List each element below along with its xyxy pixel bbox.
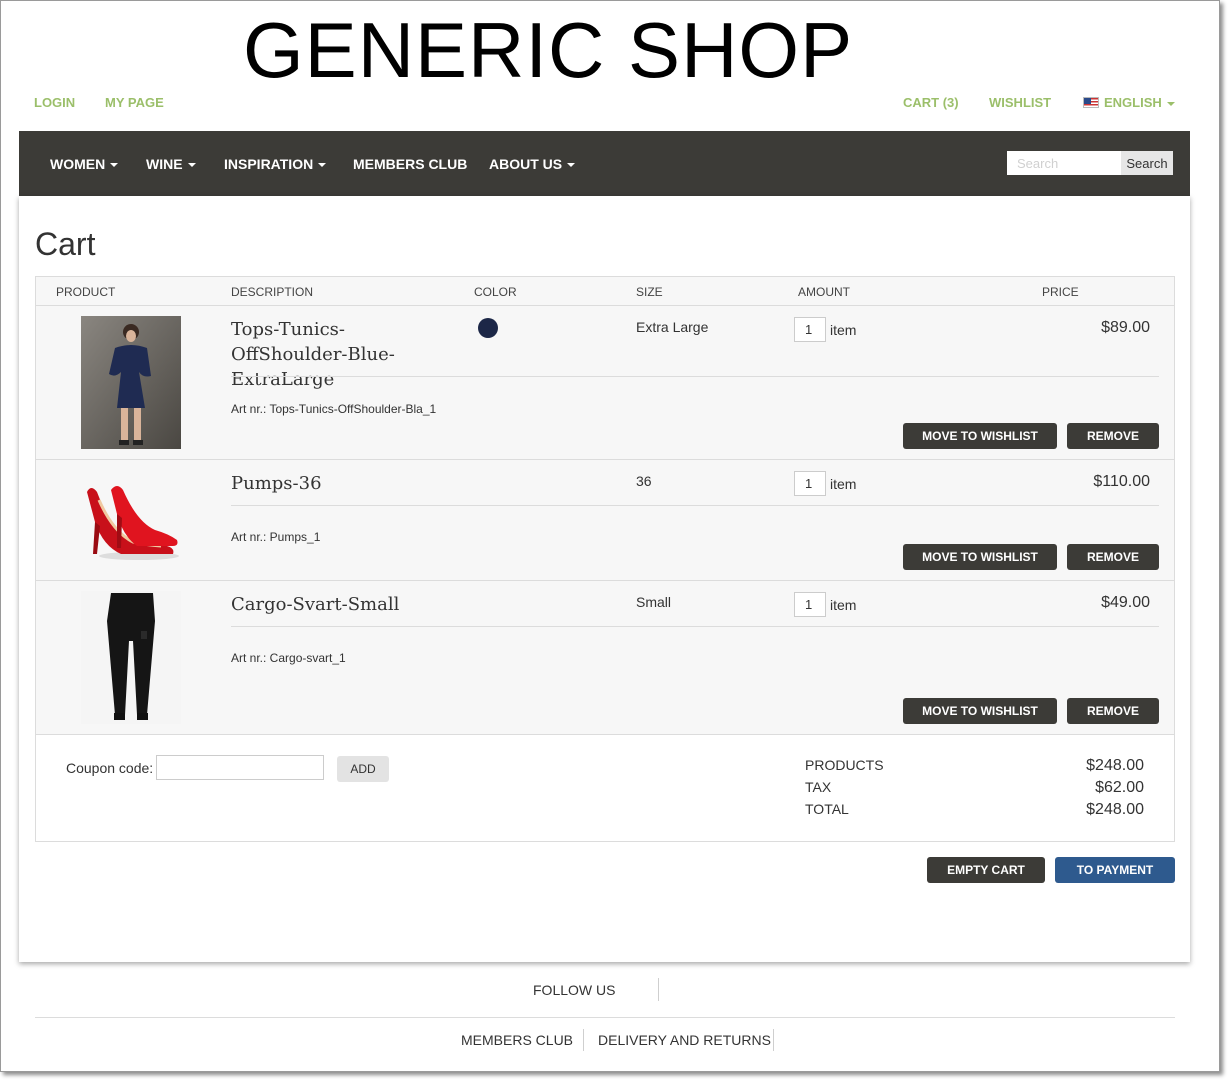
nav-item-label: WINE — [146, 156, 183, 172]
main-navbar: WOMEN WINE INSPIRATION MEMBERS CLUB ABOU… — [19, 131, 1190, 196]
remove-button[interactable]: REMOVE — [1067, 423, 1159, 449]
total-label: TOTAL — [805, 801, 849, 817]
quantity-input[interactable] — [794, 317, 826, 342]
article-number: Art nr.: Pumps_1 — [231, 530, 321, 544]
quantity-input[interactable] — [794, 592, 826, 617]
footer-separator — [583, 1029, 584, 1051]
cart-row: Tops-Tunics-OffShoulder-Blue-ExtraLarge … — [36, 306, 1174, 460]
tax-value: $62.00 — [1095, 779, 1144, 796]
empty-cart-button[interactable]: EMPTY CART — [927, 857, 1045, 883]
remove-button[interactable]: REMOVE — [1067, 544, 1159, 570]
product-size: Small — [636, 594, 672, 610]
column-header-price: PRICE — [1042, 285, 1079, 299]
remove-button[interactable]: REMOVE — [1067, 698, 1159, 724]
nav-item-women[interactable]: WOMEN — [50, 156, 119, 172]
red-pumps-icon — [87, 486, 179, 560]
move-to-wishlist-button[interactable]: MOVE TO WISHLIST — [903, 423, 1057, 449]
caret-down-icon — [567, 163, 576, 168]
quantity-unit: item — [830, 322, 857, 338]
quantity-unit: item — [830, 476, 857, 492]
us-flag-icon — [1083, 97, 1099, 108]
language-selector[interactable]: ENGLISH — [1083, 95, 1175, 110]
footer-separator — [658, 978, 659, 1001]
nav-item-about-us[interactable]: ABOUT US — [489, 156, 576, 172]
nav-item-wine[interactable]: WINE — [146, 156, 196, 172]
article-number: Art nr.: Tops-Tunics-OffShoulder-Bla_1 — [231, 402, 437, 416]
tax-label: TAX — [805, 779, 832, 795]
article-number: Art nr.: Cargo-svart_1 — [231, 651, 346, 665]
coupon-label: Coupon code: — [66, 760, 154, 776]
table-header: PRODUCT DESCRIPTION COLOR SIZE AMOUNT PR… — [36, 277, 1174, 306]
cart-summary: Coupon code: ADD PRODUCTS $248.00 TAX $6… — [36, 735, 1174, 841]
product-size: Extra Large — [636, 319, 709, 335]
row-divider — [231, 505, 1159, 506]
row-divider — [231, 376, 1159, 377]
caret-down-icon — [318, 163, 327, 168]
add-coupon-button[interactable]: ADD — [337, 756, 389, 782]
follow-us-label: FOLLOW US — [533, 982, 616, 998]
quantity-input[interactable] — [794, 471, 826, 496]
column-header-description: DESCRIPTION — [231, 285, 314, 299]
column-header-product: PRODUCT — [56, 285, 116, 299]
footer-link-members-club[interactable]: MEMBERS CLUB — [461, 1032, 573, 1048]
column-header-size: SIZE — [636, 285, 663, 299]
product-name[interactable]: Pumps-36 — [231, 471, 461, 496]
nav-item-label: INSPIRATION — [224, 156, 314, 172]
black-trousers-icon — [81, 591, 181, 724]
cart-row: Pumps-36 36 item $110.00 Art nr.: Pumps_… — [36, 460, 1174, 581]
move-to-wishlist-button[interactable]: MOVE TO WISHLIST — [903, 544, 1057, 570]
login-link[interactable]: LOGIN — [34, 95, 75, 110]
nav-item-inspiration[interactable]: INSPIRATION — [224, 156, 327, 172]
caret-down-icon — [187, 163, 196, 168]
cart-table: PRODUCT DESCRIPTION COLOR SIZE AMOUNT PR… — [35, 276, 1175, 842]
coupon-code-input[interactable] — [156, 755, 324, 780]
move-to-wishlist-button[interactable]: MOVE TO WISHLIST — [903, 698, 1057, 724]
to-payment-button[interactable]: TO PAYMENT — [1055, 857, 1175, 883]
total-value: $248.00 — [1086, 801, 1144, 818]
products-label: PRODUCTS — [805, 757, 884, 773]
product-image[interactable] — [81, 591, 181, 724]
site-logo[interactable]: GENERIC SHOP — [243, 11, 853, 89]
column-header-color: COLOR — [474, 285, 517, 299]
footer-link-delivery-returns[interactable]: DELIVERY AND RETURNS — [598, 1032, 771, 1048]
wishlist-link[interactable]: WISHLIST — [989, 95, 1051, 110]
caret-down-icon — [110, 163, 119, 168]
nav-item-label: WOMEN — [50, 156, 106, 172]
cart-link[interactable]: CART (3) — [903, 95, 959, 110]
footer-separator — [773, 1029, 774, 1051]
product-price: $110.00 — [1093, 473, 1150, 490]
product-price: $89.00 — [1101, 319, 1150, 336]
caret-down-icon — [1166, 101, 1175, 106]
search-button[interactable]: Search — [1121, 151, 1173, 175]
product-size: 36 — [636, 473, 652, 489]
color-swatch — [478, 318, 498, 338]
nav-item-members-club[interactable]: MEMBERS CLUB — [353, 156, 467, 172]
product-image[interactable] — [81, 316, 181, 449]
page-title: Cart — [35, 226, 96, 262]
product-name[interactable]: Tops-Tunics-OffShoulder-Blue-ExtraLarge — [231, 317, 461, 392]
nav-item-label: MEMBERS CLUB — [353, 156, 468, 172]
nav-item-label: ABOUT US — [489, 156, 563, 172]
cart-page: Cart PRODUCT DESCRIPTION COLOR SIZE AMOU… — [19, 196, 1190, 962]
column-header-amount: AMOUNT — [798, 285, 850, 299]
quantity-unit: item — [830, 597, 857, 613]
product-price: $49.00 — [1101, 594, 1150, 611]
my-page-link[interactable]: MY PAGE — [105, 95, 164, 110]
product-name[interactable]: Cargo-Svart-Small — [231, 592, 461, 617]
footer-divider — [35, 1017, 1175, 1018]
product-image[interactable] — [81, 470, 181, 570]
row-divider — [231, 626, 1159, 627]
products-value: $248.00 — [1086, 757, 1144, 774]
search-input[interactable] — [1007, 151, 1121, 175]
tunic-photo-icon — [81, 316, 181, 449]
language-label: ENGLISH — [1104, 95, 1162, 110]
app-window: GENERIC SHOP LOGIN MY PAGE CART (3) WISH… — [0, 0, 1220, 1072]
cart-row: Cargo-Svart-Small Small item $49.00 Art … — [36, 581, 1174, 735]
